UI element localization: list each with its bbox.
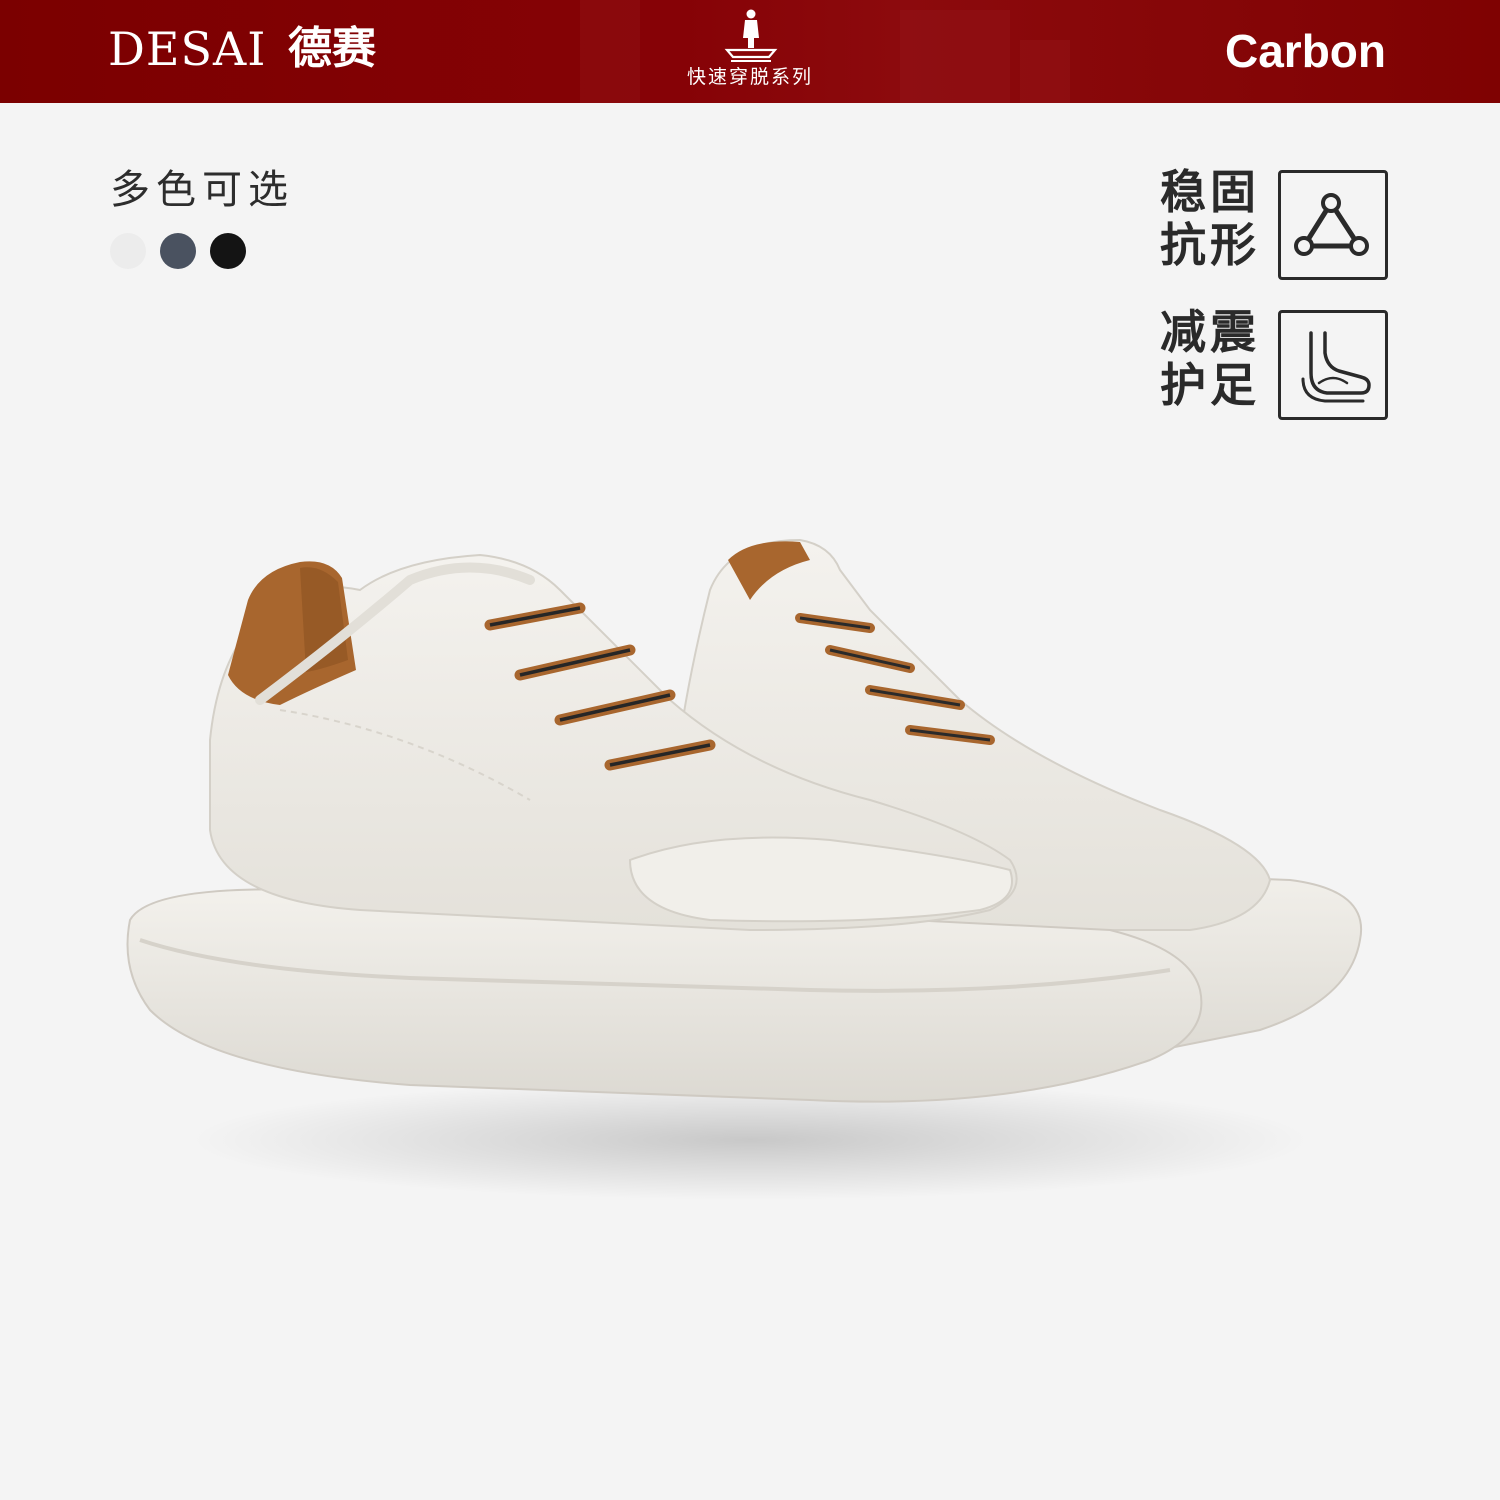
brand-logo-latin: DESAI	[108, 22, 267, 76]
triangle-nodes-icon	[1278, 170, 1388, 280]
color-swatch-white[interactable]	[110, 233, 146, 269]
color-options-heading: 多色可选	[110, 167, 294, 213]
banner-decoration	[580, 0, 1070, 103]
feature-stability-label: 稳固 抗形	[1160, 166, 1270, 272]
foot-cushion-icon	[1278, 310, 1388, 420]
model-name: Carbon	[1225, 25, 1386, 77]
color-swatch-navy[interactable]	[160, 233, 196, 269]
white-slip-on-sneaker-image	[126, 538, 1363, 1200]
color-swatches	[110, 233, 246, 269]
header-banner: DESAI 德赛 快速穿脱系列 Carbon	[0, 0, 1500, 103]
color-swatch-black[interactable]	[210, 233, 246, 269]
feature-cushion-line1: 减震	[1160, 305, 1260, 359]
feature-cushion-line2: 护足	[1160, 358, 1260, 412]
brand-logo-chinese: 德赛	[288, 23, 376, 74]
feature-stability-line1: 稳固	[1160, 165, 1260, 219]
feature-cushion-label: 减震 护足	[1160, 306, 1270, 412]
feature-stability-line2: 抗形	[1160, 218, 1260, 272]
series-emblem-icon	[724, 9, 778, 62]
series-title: 快速穿脱系列	[686, 66, 813, 88]
